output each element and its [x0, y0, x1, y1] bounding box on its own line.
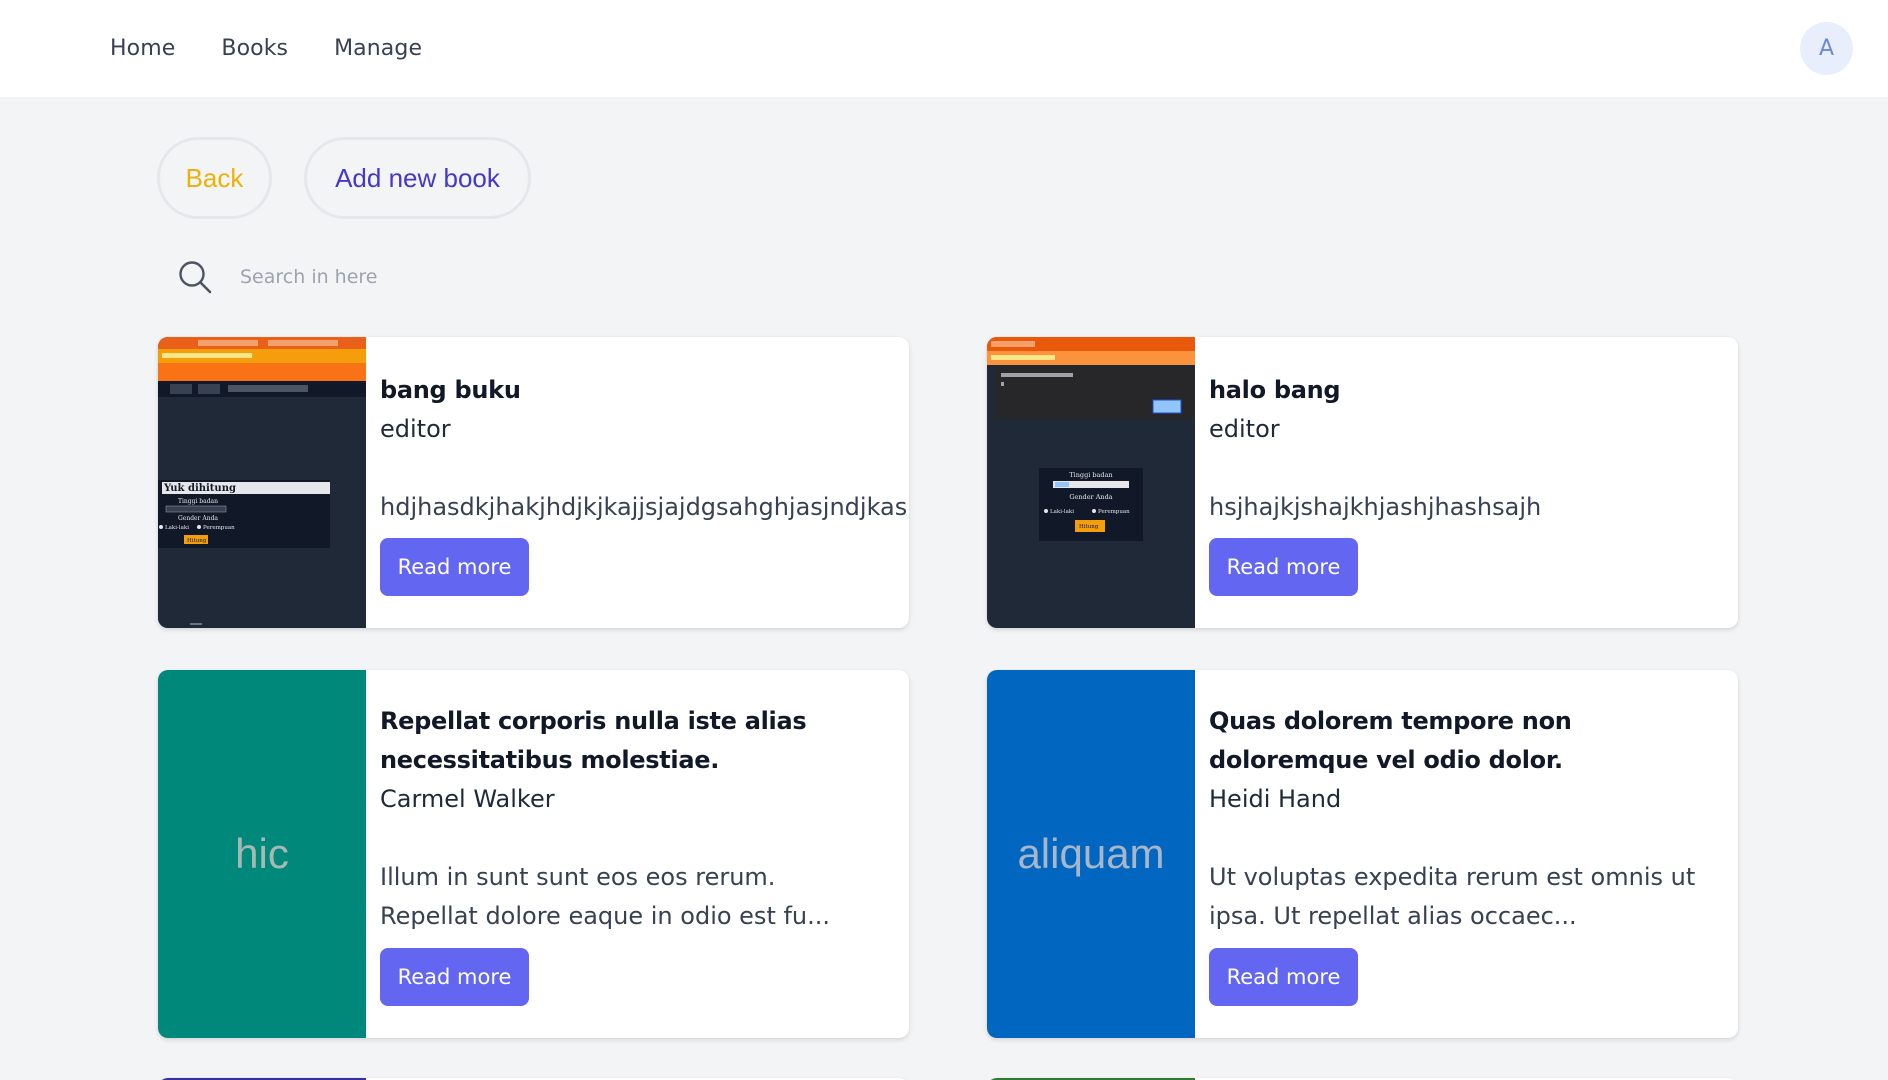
- svg-text:Gender Anda: Gender Anda: [1069, 493, 1112, 501]
- svg-text:Tinggi badan: Tinggi badan: [178, 498, 218, 505]
- svg-text:Perempuan: Perempuan: [1098, 509, 1130, 515]
- nav-home[interactable]: Home: [110, 36, 175, 61]
- book-cover-screenshot: Yuk dihitung Tinggi badan Gender Anda La…: [158, 337, 366, 628]
- book-title: Repellat corporis nulla iste alias neces…: [380, 707, 807, 774]
- cover-screenshot-art: Tinggi badan Gender Anda Laki-laki Perem…: [987, 337, 1195, 606]
- svg-text:Laki-laki: Laki-laki: [165, 525, 189, 531]
- book-author: editor: [1209, 415, 1280, 443]
- main-nav: Home Books Manage: [110, 36, 422, 61]
- book-author: Heidi Hand: [1209, 785, 1342, 813]
- book-cover-placeholder: aliquam: [987, 670, 1195, 1038]
- svg-text:Yuk dihitung: Yuk dihitung: [163, 483, 236, 494]
- add-new-book-button[interactable]: Add new book: [304, 137, 531, 219]
- svg-text:Gender Anda: Gender Anda: [178, 515, 218, 522]
- top-navbar: Home Books Manage A: [0, 0, 1888, 97]
- book-cover-screenshot: Tinggi badan Gender Anda Laki-laki Perem…: [987, 337, 1195, 628]
- book-description: hdjhasdkjhakjhdjkjkajjsjajdgsahghjasjndj…: [380, 493, 909, 521]
- back-button[interactable]: Back: [157, 137, 272, 219]
- read-more-button[interactable]: Read more: [380, 538, 529, 596]
- search-input[interactable]: [240, 258, 740, 296]
- book-author: editor: [380, 415, 451, 443]
- book-description: Ut voluptas expedita rerum est omnis ut …: [1209, 863, 1696, 930]
- book-card-body: bang buku editor hdjhasdkjhakjhdjkjkajjs…: [380, 337, 909, 628]
- svg-text:Perempuan: Perempuan: [203, 525, 235, 531]
- read-more-button[interactable]: Read more: [1209, 538, 1358, 596]
- book-author: Carmel Walker: [380, 785, 555, 813]
- book-title: bang buku: [380, 376, 521, 404]
- book-description: hsjhajkjshajkhjashjhashsajh: [1209, 493, 1542, 521]
- book-card: hic Repellat corporis nulla iste alias n…: [158, 670, 909, 1038]
- svg-text:Tinggi badan: Tinggi badan: [1069, 471, 1112, 479]
- cover-placeholder-word: hic: [235, 830, 289, 877]
- book-card-body: halo bang editor hsjhajkjshajkhjashjhash…: [1209, 337, 1738, 628]
- read-more-button[interactable]: Read more: [380, 948, 529, 1006]
- cover-screenshot-art: Yuk dihitung Tinggi badan Gender Anda La…: [158, 337, 366, 628]
- nav-manage[interactable]: Manage: [334, 36, 422, 61]
- book-card: Yuk dihitung Tinggi badan Gender Anda La…: [158, 337, 909, 628]
- svg-text:Hitung: Hitung: [1079, 524, 1099, 530]
- book-description: Illum in sunt sunt eos eos rerum. Repell…: [380, 863, 831, 930]
- user-avatar[interactable]: A: [1800, 22, 1853, 75]
- nav-books[interactable]: Books: [221, 36, 288, 61]
- read-more-button[interactable]: Read more: [1209, 948, 1358, 1006]
- book-card: Tinggi badan Gender Anda Laki-laki Perem…: [987, 337, 1738, 628]
- book-title: halo bang: [1209, 376, 1341, 404]
- book-cover-placeholder: hic: [158, 670, 366, 1038]
- book-card-body: Repellat corporis nulla iste alias neces…: [380, 670, 909, 1038]
- cover-placeholder-word: aliquam: [1017, 830, 1165, 877]
- svg-text:Hitung: Hitung: [187, 538, 207, 544]
- book-card-body: Quas dolorem tempore non doloremque vel …: [1209, 670, 1738, 1038]
- search-icon: [179, 261, 212, 294]
- svg-text:Laki-laki: Laki-laki: [1050, 509, 1074, 515]
- book-title: Quas dolorem tempore non doloremque vel …: [1209, 707, 1572, 774]
- book-card: aliquam Quas dolorem tempore non dolorem…: [987, 670, 1738, 1038]
